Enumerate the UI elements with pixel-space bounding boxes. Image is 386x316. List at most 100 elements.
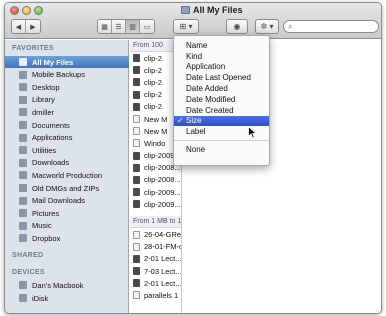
image-file-icon — [133, 242, 140, 251]
mouse-pointer-icon — [248, 126, 257, 139]
close-window-button[interactable] — [10, 6, 19, 15]
group-heading: From 1 MB to 100 MB — [130, 216, 181, 229]
file-name: New M — [144, 126, 168, 136]
search-icon: ⌕ — [288, 21, 293, 31]
menu-item-none[interactable]: None — [174, 144, 269, 155]
sidebar-item-old-dmgs[interactable]: Old DMGs and ZIPs — [5, 182, 129, 194]
sidebar-item-all-my-files[interactable]: All My Files — [5, 56, 129, 68]
sidebar-item-label: Library — [32, 95, 55, 105]
shared-heading: SHARED — [12, 252, 44, 259]
file-name: 2-01 Lect...Music.m4a — [144, 254, 182, 264]
menu-item-application[interactable]: Application — [174, 62, 269, 73]
back-forward-control: ◀ ▶ — [11, 19, 41, 34]
file-name: 26-04-GReen-lady.tif — [144, 230, 182, 240]
all-files-icon — [19, 58, 27, 66]
menu-item-size[interactable]: ✓ Size — [174, 115, 269, 127]
menu-item-date-modified[interactable]: Date Modified — [174, 94, 269, 105]
file-name: 28-01-FM-opener.tif — [144, 242, 181, 252]
menu-item-date-created[interactable]: Date Created — [174, 105, 269, 116]
search-field[interactable]: ⌕ — [283, 20, 379, 33]
menu-item-date-last-opened[interactable]: Date Last Opened — [174, 72, 269, 83]
sidebar-item-library[interactable]: Library — [5, 94, 129, 106]
sidebar-item-applications[interactable]: Applications — [5, 132, 129, 144]
quick-look-button[interactable]: ◉ — [226, 19, 248, 34]
sidebar-item-dropbox[interactable]: Dropbox — [5, 232, 129, 244]
all-files-icon — [181, 6, 190, 14]
video-file-icon — [133, 78, 140, 87]
document-icon — [133, 115, 140, 124]
window-title: All My Files — [181, 5, 243, 15]
list-item[interactable]: parallels 1 — [130, 289, 181, 301]
image-file-icon — [133, 230, 140, 239]
list-item[interactable]: 26-04-GReen-lady.tif — [130, 228, 181, 240]
forward-button[interactable]: ▶ — [26, 20, 40, 33]
sidebar-item-label: Utilities — [32, 145, 57, 155]
action-button[interactable]: ✲ ▾ — [255, 19, 279, 34]
file-name: clip-2 — [144, 77, 162, 87]
video-file-icon — [133, 175, 140, 184]
back-button[interactable]: ◀ — [12, 20, 26, 33]
sidebar-item-label: Music — [32, 221, 52, 231]
search-input[interactable] — [294, 22, 373, 31]
list-item[interactable]: 2-01 Lect...Music.m4a — [130, 253, 181, 265]
list-item[interactable]: clip-2008...;11;48.mov — [130, 174, 181, 186]
file-name: clip-2009...8 12;01;15 — [144, 199, 182, 209]
list-item[interactable]: 7-03 Lect...hopin).m4a — [130, 265, 181, 277]
sidebar-item-label: Documents — [32, 120, 70, 130]
sidebar-item-macworld-production[interactable]: Macworld Production — [5, 169, 129, 181]
audio-file-icon — [133, 254, 140, 263]
downloads-icon — [19, 158, 27, 167]
sidebar-item-mobile-backups[interactable]: Mobile Backups — [5, 69, 129, 81]
sidebar-item-label: Desktop — [32, 82, 60, 92]
sidebar-item-label: Applications — [32, 133, 73, 143]
file-name: clip-2 — [144, 102, 162, 112]
sidebar-item-utilities[interactable]: Utilities — [5, 144, 129, 156]
sidebar-item-downloads[interactable]: Downloads — [5, 157, 129, 169]
view-mode-control: ▦ ☰ ▥ ▭ — [97, 19, 155, 34]
home-icon — [19, 108, 27, 117]
audio-file-icon — [133, 279, 140, 288]
list-view-button[interactable]: ☰ — [112, 20, 126, 33]
sidebar-item-mail-downloads[interactable]: Mail Downloads — [5, 195, 129, 207]
column-view-button[interactable]: ▥ — [126, 20, 140, 33]
zoom-window-button[interactable] — [34, 6, 43, 15]
cover-flow-button[interactable]: ▭ — [140, 20, 154, 33]
list-item[interactable]: 28-01-FM-opener.tif — [130, 241, 181, 253]
documents-icon — [19, 121, 27, 129]
sidebar-item-pictures[interactable]: Pictures — [5, 207, 129, 219]
idisk-icon — [19, 294, 27, 302]
list-item[interactable]: clip-2009...8 12;01;15 — [130, 198, 181, 210]
folder-icon — [19, 184, 27, 192]
video-file-icon — [133, 90, 140, 99]
sidebar-item-label: Macworld Production — [32, 170, 103, 180]
sidebar-item-dans-macbook[interactable]: Dan's Macbook — [5, 279, 129, 291]
sidebar-item-label: Downloads — [32, 158, 70, 168]
sidebar-item-dmiller[interactable]: dmiller — [5, 106, 129, 118]
audio-file-icon — [133, 267, 140, 276]
list-item[interactable]: 2-01 Lect...part 1).m4a — [130, 277, 181, 289]
arrange-button[interactable]: ⊞ ▾ — [173, 19, 199, 34]
laptop-icon — [19, 281, 27, 289]
sidebar-item-label: dmiller — [32, 107, 55, 117]
title-bar: All My Files ◀ ▶ ▦ ☰ ▥ ▭ ⊞ ▾ ◉ ✲ ▾ ⌕ — [5, 3, 381, 39]
menu-item-date-added[interactable]: Date Added — [174, 83, 269, 94]
sidebar-item-label: Pictures — [32, 208, 60, 218]
sidebar-item-documents[interactable]: Documents — [5, 119, 129, 131]
pictures-icon — [19, 209, 27, 218]
file-name: parallels 1 — [144, 290, 179, 300]
sidebar-item-idisk[interactable]: iDisk — [5, 292, 129, 304]
file-name: 2-01 Lect...part 1).m4a — [144, 278, 182, 288]
menu-item-name[interactable]: Name — [174, 40, 269, 51]
folder-icon — [19, 95, 27, 104]
list-item[interactable]: clip-2009...7 14;32;25 — [130, 186, 181, 198]
folder-icon — [19, 196, 27, 205]
sidebar-item-label: Dan's Macbook — [32, 280, 84, 290]
icon-view-button[interactable]: ▦ — [98, 20, 112, 33]
menu-item-kind[interactable]: Kind — [174, 51, 269, 62]
sidebar-item-label: All My Files — [32, 57, 74, 67]
minimize-window-button[interactable] — [22, 6, 31, 15]
file-name: Windo — [144, 138, 166, 148]
sidebar-item-music[interactable]: Music — [5, 220, 129, 232]
folder-icon — [19, 171, 27, 180]
sidebar-item-desktop[interactable]: Desktop — [5, 81, 129, 93]
